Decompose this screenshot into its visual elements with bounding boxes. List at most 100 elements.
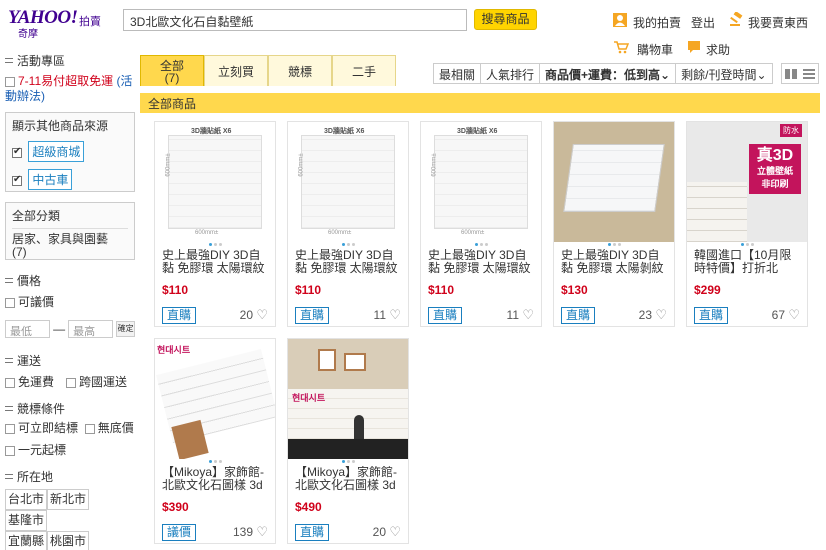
my-auction-link[interactable]: 我的拍賣 [633,14,681,31]
tab-auction[interactable]: 競標 [268,55,332,86]
cross-border-option[interactable]: 跨國運送 [66,373,127,390]
event-checkbox[interactable] [5,76,15,87]
chevron-down-icon: ⌄ [756,68,767,82]
city-yilan[interactable]: 宜蘭縣 [5,531,48,550]
height-dimension: 600mm± [298,153,305,177]
product-photo: 현대시트 [155,339,275,459]
like-count[interactable]: 20 ♡ [373,524,401,540]
logo-auction-label: 拍賣 [79,16,101,28]
menu-icon [5,278,13,283]
price-min-input[interactable]: 最低 [5,320,51,338]
search-input[interactable]: 3D北歐文化石自黏壁紙 [123,9,467,31]
car-checkbox[interactable] [12,174,22,186]
price-negotiable-row[interactable]: 可議價 [5,293,135,310]
logout-link[interactable]: 登出 [691,14,715,31]
free-shipping-option[interactable]: 免運費 [5,373,54,390]
product-card[interactable]: 3D牆貼紙 X6 600mm± 600mm± 史上最強DIY 3D自黏 免膠環 … [287,121,409,327]
sort-price[interactable]: 商品價+運費：低到高⌄ [539,63,677,84]
tab-used[interactable]: 二手 [332,55,396,86]
search-button[interactable]: 搜尋商品 [474,9,537,30]
product-card[interactable]: 3D牆貼紙 X6 600mm± 600mm± 史上最強DIY 3D自黏 免膠環 … [420,121,542,327]
price-max-input[interactable]: 最高 [68,320,114,338]
product-price: $490 [295,500,322,514]
product-price: $299 [694,283,721,297]
source-panel: 顯示其他商品來源 超級商城 中古車 [5,112,135,192]
product-photo: 防水 真3D 立體壁紙 非印刷 [687,122,807,242]
mall-tag[interactable]: 超級商城 [28,141,85,162]
product-photo [554,122,674,242]
product-title[interactable]: 史上最強DIY 3D自黏 免膠環 太陽環紋 [428,249,536,275]
like-count[interactable]: 67 ♡ [772,307,800,323]
like-count[interactable]: 139 ♡ [233,524,268,540]
product-title[interactable]: 韓國進口【10月限時特價】打折北 [694,249,802,275]
product-title[interactable]: 【Mikoya】家飾館-北歐文化石圖樣 3d [162,466,270,492]
heart-icon[interactable]: ♡ [389,524,401,540]
product-card[interactable]: 현대시트 【Mikoya】家飾館-北歐文化石圖樣 3d $390 議價 139 … [154,338,276,544]
product-image[interactable]: 현대시트 [288,339,408,459]
heart-icon[interactable]: ♡ [788,307,800,323]
help-icon [688,41,700,53]
purchase-type-badge: 直購 [561,307,596,324]
like-count[interactable]: 20 ♡ [240,307,268,323]
one-dollar-option[interactable]: 一元起標 [5,441,135,458]
purchase-type-badge: 議價 [162,524,197,541]
negotiable-checkbox[interactable] [5,297,15,308]
no-reserve-option[interactable]: 無底價 [84,421,134,435]
product-image[interactable]: 防水 真3D 立體壁紙 非印刷 [687,122,807,242]
heart-icon[interactable]: ♡ [389,307,401,323]
car-tag[interactable]: 中古車 [28,169,73,190]
product-image[interactable]: 현대시트 [155,339,275,459]
city-taipei[interactable]: 台北市 [5,489,48,510]
user-icon [613,13,627,27]
heart-icon[interactable]: ♡ [256,524,268,540]
heart-icon[interactable]: ♡ [655,307,667,323]
product-card[interactable]: 史上最強DIY 3D自黏 免膠環 太陽剝紋 $130 直購 23 ♡ [553,121,675,327]
product-image[interactable] [554,122,674,242]
city-taoyuan[interactable]: 桃園市 [47,531,90,550]
shipping-options: 免運費 跨國運送 [5,373,135,390]
product-title[interactable]: 史上最強DIY 3D自黏 免膠環 太陽環紋 [162,249,270,275]
city-new-taipei[interactable]: 新北市 [47,489,90,510]
product-card[interactable]: 현대시트 【Mikoya】家飾館-北歐文化石圖樣 3d $490 直購 20 ♡ [287,338,409,544]
sort-popularity[interactable]: 人氣排行 [480,63,541,84]
like-count[interactable]: 23 ♡ [639,307,667,323]
gavel-icon [730,12,743,26]
promo-tag: 防水 [780,124,802,137]
grid-view-icon[interactable] [785,68,797,79]
view-toggle[interactable] [781,63,819,84]
tab-buy-now[interactable]: 立刻買 [204,55,268,86]
help-link[interactable]: 求助 [706,41,730,58]
sell-link[interactable]: 我要賣東西 [748,14,808,31]
yahoo-logo[interactable]: YAHOO! 奇摩 拍賣 [8,7,118,40]
product-image[interactable]: 3D牆貼紙 X6 600mm± 600mm± [155,122,275,242]
event-link[interactable]: 7-11易付超取免運 [18,74,113,88]
product-image[interactable]: 3D牆貼紙 X6 600mm± 600mm± [421,122,541,242]
product-title[interactable]: 史上最強DIY 3D自黏 免膠環 太陽環紋 [295,249,403,275]
buy-now-option[interactable]: 可立即結標 [5,421,78,435]
price-ok-button[interactable]: 確定 [116,321,136,337]
source-row-car[interactable]: 中古車 [12,169,128,190]
product-card[interactable]: 3D牆貼紙 X6 600mm± 600mm± 史上最強DIY 3D自黏 免膠環 … [154,121,276,327]
like-count[interactable]: 11 ♡ [507,307,534,323]
product-image[interactable]: 3D牆貼紙 X6 600mm± 600mm± [288,122,408,242]
heart-icon[interactable]: ♡ [256,307,268,323]
product-title[interactable]: 【Mikoya】家飾館-北歐文化石圖樣 3d [295,466,403,492]
list-view-icon[interactable] [803,68,815,79]
product-title[interactable]: 史上最強DIY 3D自黏 免膠環 太陽剝紋 [561,249,669,275]
sort-relevance[interactable]: 最相關 [433,63,482,84]
product-card[interactable]: 防水 真3D 立體壁紙 非印刷 韓國進口【10月限時特價】打折北 $299 直購… [686,121,808,327]
cart-link[interactable]: 購物車 [637,41,673,58]
like-count[interactable]: 11 ♡ [374,307,401,323]
product-price: $390 [162,500,189,514]
product-price: $110 [295,283,322,297]
heart-icon[interactable]: ♡ [522,307,534,323]
source-row-mall[interactable]: 超級商城 [12,141,128,162]
category-item[interactable]: 居家、家具與園藝 (7) [12,228,128,259]
width-dimension: 600mm± [195,230,219,236]
city-keelung[interactable]: 基隆市 [5,510,48,531]
tab-all[interactable]: 全部 (7) [140,55,204,86]
mall-checkbox[interactable] [12,146,22,158]
menu-icon [5,406,13,411]
product-price: $110 [162,283,189,297]
sort-time[interactable]: 剩餘/刊登時間⌄ [675,63,773,84]
